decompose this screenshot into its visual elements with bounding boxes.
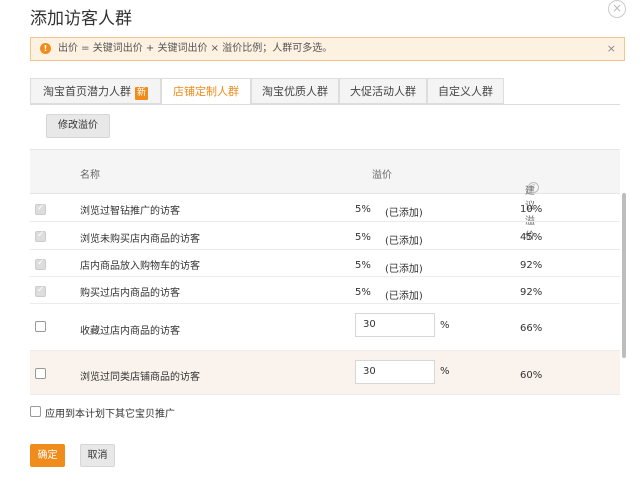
percent-unit: % xyxy=(440,320,450,331)
row-checkbox xyxy=(35,230,46,242)
premium-input[interactable]: 30 xyxy=(355,360,435,384)
table-row: 浏览未购买店内商品的访客 5% (已添加) 45% xyxy=(30,222,620,250)
table-row: 浏览过智钻推广的访客 5% (已添加) 10% xyxy=(30,194,620,222)
apply-all-checkbox[interactable] xyxy=(30,406,41,417)
table-row: 购买过店内商品的访客 5% (已添加) 92% xyxy=(30,277,620,304)
tab-promo[interactable]: 大促活动人群 xyxy=(339,78,427,104)
row-suggest: 92% xyxy=(520,260,543,271)
table-row: 店内商品放入购物车的访客 5% (已添加) 92% xyxy=(30,250,620,277)
notice-bar: ! 出价 = 关键词出价 + 关键词出价 × 溢价比例；人群可多选。 × xyxy=(30,37,625,61)
tab-divider xyxy=(30,104,620,105)
row-premium: 5% xyxy=(355,287,371,298)
row-checkbox xyxy=(35,203,46,215)
confirm-button[interactable]: 确定 xyxy=(30,444,65,467)
tab-label: 淘宝首页潜力人群 xyxy=(42,85,131,98)
notice-text: 出价 = 关键词出价 + 关键词出价 × 溢价比例；人群可多选。 xyxy=(58,43,333,54)
row-name: 浏览过智钻推广的访客 xyxy=(80,206,180,217)
table-row: 浏览过同类店铺商品的访客 30 % 60% xyxy=(30,351,620,395)
table-row: 收藏过店内商品的访客 30 % 66% xyxy=(30,304,620,351)
close-icon[interactable]: × xyxy=(608,0,626,18)
row-premium: 5% xyxy=(355,204,371,215)
tab-quality[interactable]: 淘宝优质人群 xyxy=(251,78,339,104)
row-suggest: 92% xyxy=(520,287,543,298)
tab-label: 店铺定制人群 xyxy=(173,85,239,98)
row-name: 收藏过店内商品的访客 xyxy=(80,326,180,337)
row-status: (已添加) xyxy=(385,208,423,219)
tab-shop-custom[interactable]: 店铺定制人群 xyxy=(161,78,251,105)
row-status: (已添加) xyxy=(385,236,423,247)
row-checkbox xyxy=(35,285,46,297)
row-name: 浏览未购买店内商品的访客 xyxy=(80,234,200,245)
row-suggest: 60% xyxy=(520,370,543,381)
row-name: 店内商品放入购物车的访客 xyxy=(80,261,200,272)
help-icon[interactable]: ? xyxy=(528,182,539,193)
tab-label: 淘宝优质人群 xyxy=(262,85,328,98)
header-premium: 溢价 xyxy=(372,170,392,181)
new-badge: 新 xyxy=(134,87,148,100)
tab-homepage-potential[interactable]: 淘宝首页潜力人群新 xyxy=(30,78,161,104)
row-premium: 5% xyxy=(355,232,371,243)
tab-custom[interactable]: 自定义人群 xyxy=(427,78,504,104)
table-header: 名称 溢价 建议溢价? xyxy=(30,149,620,242)
tab-label: 自定义人群 xyxy=(438,85,493,98)
row-name: 浏览过同类店铺商品的访客 xyxy=(80,372,200,383)
apply-all-label: 应用到本计划下其它宝贝推广 xyxy=(45,409,175,420)
row-suggest: 45% xyxy=(520,232,543,243)
tab-label: 大促活动人群 xyxy=(350,85,416,98)
modify-premium-button[interactable]: 修改溢价 xyxy=(46,114,110,138)
row-name: 购买过店内商品的访客 xyxy=(80,288,180,299)
row-status: (已添加) xyxy=(385,264,423,275)
warning-icon: ! xyxy=(40,43,51,54)
scrollbar[interactable] xyxy=(622,193,626,358)
row-checkbox xyxy=(35,258,46,270)
header-name: 名称 xyxy=(80,170,100,181)
notice-close-icon[interactable]: × xyxy=(607,38,616,60)
row-suggest: 10% xyxy=(520,204,543,215)
row-checkbox[interactable] xyxy=(35,368,46,379)
row-suggest: 66% xyxy=(520,323,543,334)
row-premium: 5% xyxy=(355,260,371,271)
row-checkbox[interactable] xyxy=(35,321,46,332)
dialog-title: 添加访客人群 xyxy=(30,9,132,29)
row-status: (已添加) xyxy=(385,291,423,302)
premium-input[interactable]: 30 xyxy=(355,313,435,337)
cancel-button[interactable]: 取消 xyxy=(80,444,115,467)
percent-unit: % xyxy=(440,366,450,377)
